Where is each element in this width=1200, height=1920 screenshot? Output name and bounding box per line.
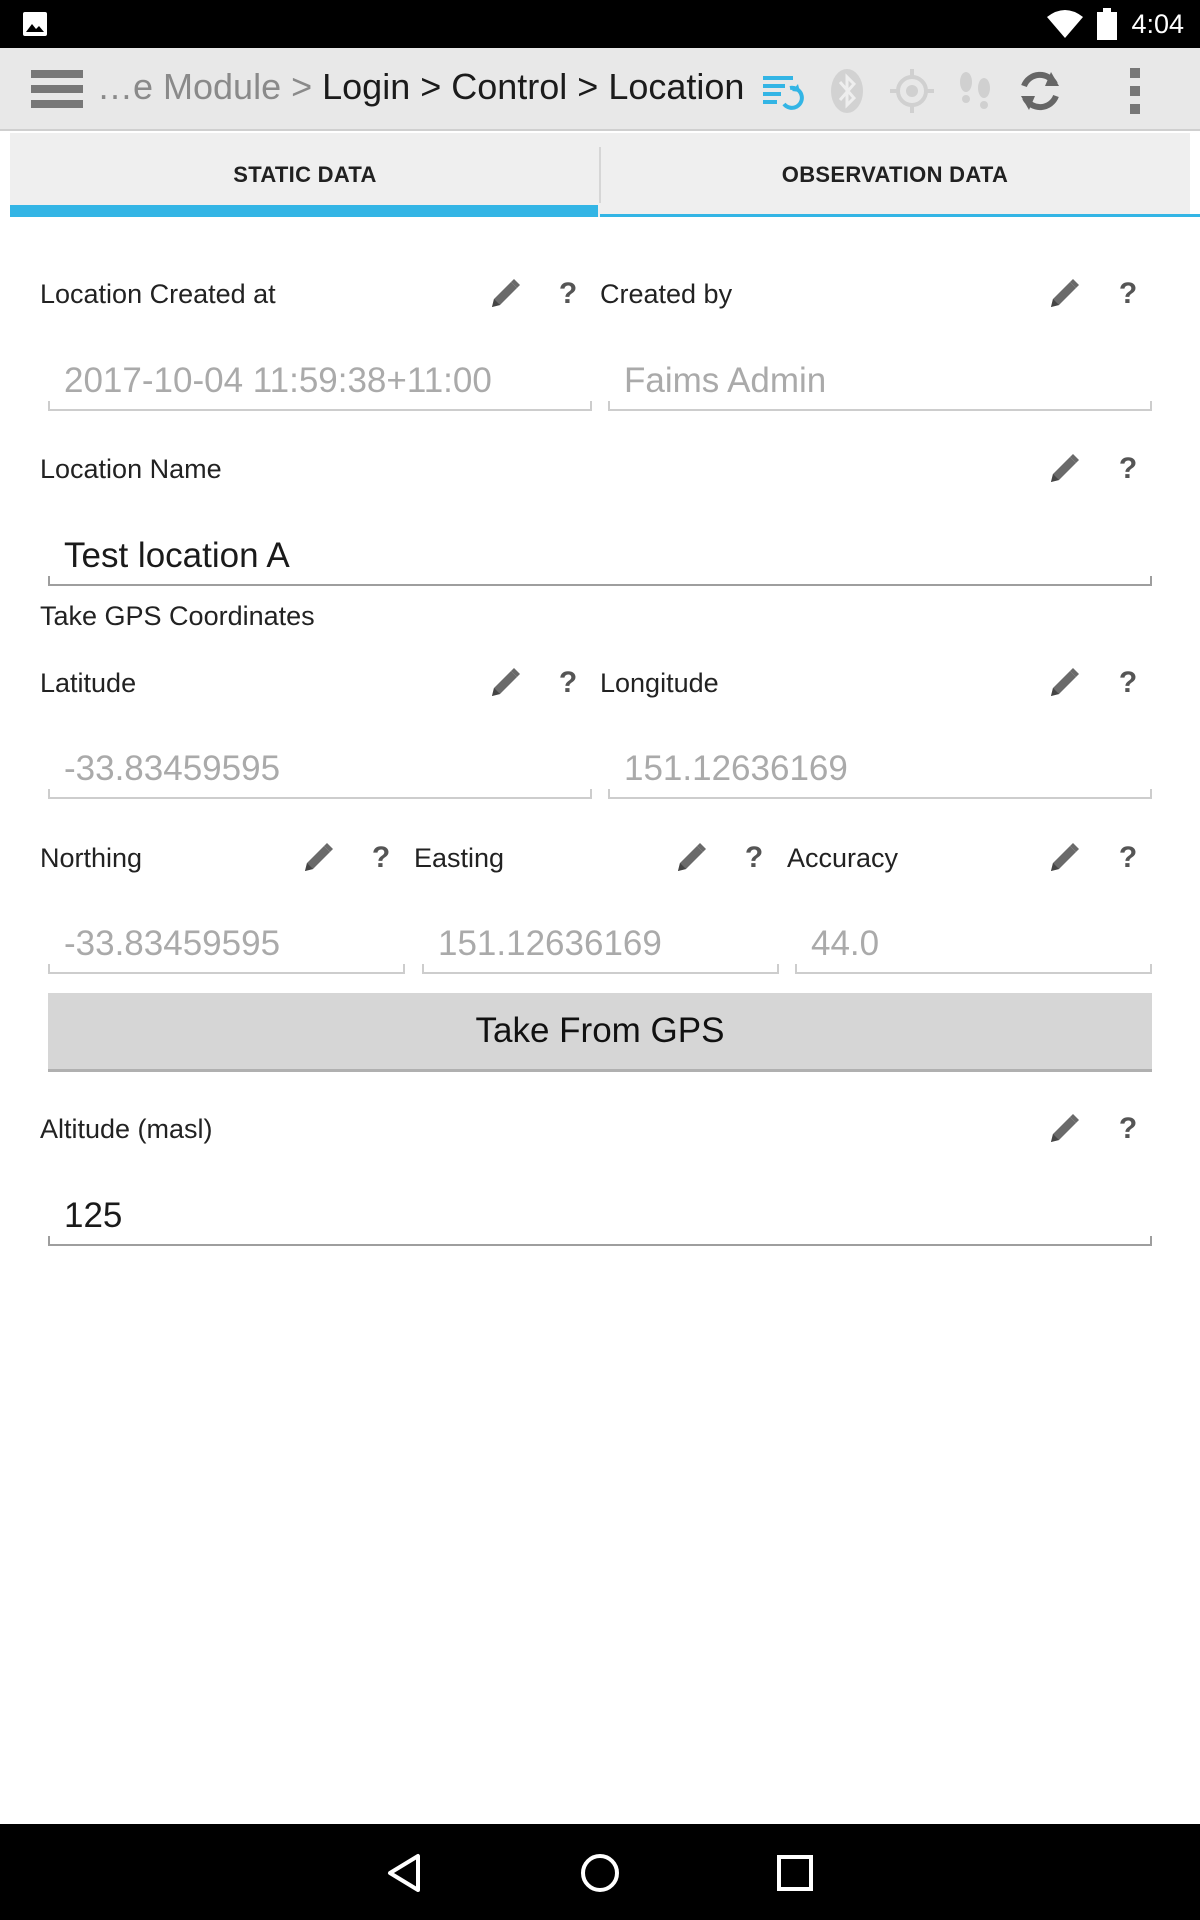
recents-icon[interactable] <box>770 1848 820 1898</box>
tracking-icon[interactable] <box>950 66 1000 116</box>
latitude-label: Latitude <box>40 668 137 698</box>
pencil-icon <box>1051 454 1079 482</box>
altitude-input[interactable] <box>48 1188 1152 1244</box>
pencil-icon[interactable] <box>1044 274 1084 314</box>
accuracy-input[interactable] <box>795 916 1152 972</box>
pencil-icon <box>305 843 333 871</box>
help-icon[interactable]: ? <box>1108 663 1148 703</box>
bluetooth-icon[interactable] <box>822 66 872 116</box>
longitude-label: Longitude <box>600 668 719 698</box>
tab-observation-data[interactable]: OBSERVATION DATA <box>600 133 1190 217</box>
wifi-icon <box>1047 10 1084 38</box>
location-name-label: Location Name <box>40 454 222 484</box>
pencil-icon <box>1051 1114 1079 1142</box>
accuracy-label: Accuracy <box>787 843 899 873</box>
overflow-menu-icon[interactable] <box>1110 66 1160 116</box>
northing-field[interactable] <box>48 916 405 974</box>
altitude-field[interactable] <box>48 1188 1152 1246</box>
altitude-label: Altitude (masl) <box>40 1114 213 1144</box>
created-by-field[interactable] <box>608 353 1152 411</box>
pencil-icon[interactable] <box>671 838 711 878</box>
pencil-icon <box>492 279 520 307</box>
pencil-icon <box>1051 668 1079 696</box>
help-icon[interactable]: ? <box>361 838 401 878</box>
breadcrumb-path[interactable]: Login > Control > Location <box>322 66 744 107</box>
pencil-icon[interactable] <box>1044 1109 1084 1149</box>
longitude-input[interactable] <box>608 741 1152 797</box>
battery-icon <box>1097 8 1118 40</box>
status-time: 4:04 <box>1131 8 1184 39</box>
sync-status-icon[interactable] <box>758 66 808 116</box>
back-icon[interactable] <box>380 1848 430 1898</box>
pencil-icon[interactable] <box>485 274 525 314</box>
northing-input[interactable] <box>48 916 405 972</box>
selected-tab-indicator <box>10 205 598 217</box>
help-icon[interactable]: ? <box>734 838 774 878</box>
pencil-icon <box>1051 843 1079 871</box>
gps-icon[interactable] <box>887 66 937 116</box>
easting-field[interactable] <box>422 916 779 974</box>
pencil-icon <box>1051 279 1079 307</box>
help-icon[interactable]: ? <box>1108 838 1148 878</box>
breadcrumb[interactable]: …e Module > Login > Control > Location <box>97 66 744 108</box>
pencil-icon[interactable] <box>1044 663 1084 703</box>
pencil-icon[interactable] <box>1044 449 1084 489</box>
pencil-icon[interactable] <box>485 663 525 703</box>
created-at-input[interactable] <box>48 353 592 409</box>
image-notification-icon <box>23 12 47 36</box>
help-icon[interactable]: ? <box>1108 1109 1148 1149</box>
easting-input[interactable] <box>422 916 779 972</box>
northing-label: Northing <box>40 843 143 873</box>
created-by-label: Created by <box>600 279 733 309</box>
navigation-bar <box>0 1824 1200 1920</box>
pencil-icon <box>492 668 520 696</box>
tab-bar: STATIC DATA OBSERVATION DATA <box>10 133 1200 217</box>
latitude-input[interactable] <box>48 741 592 797</box>
menu-icon[interactable] <box>31 68 83 110</box>
created-at-field[interactable] <box>48 353 592 411</box>
created-by-input[interactable] <box>608 353 1152 409</box>
sync-icon[interactable] <box>1015 66 1065 116</box>
location-name-input[interactable] <box>48 528 1152 584</box>
help-icon[interactable]: ? <box>1108 274 1148 314</box>
help-icon[interactable]: ? <box>1108 449 1148 489</box>
location-name-field[interactable] <box>48 528 1152 586</box>
breadcrumb-truncated[interactable]: …e Module > <box>97 66 312 107</box>
status-bar: 4:04 <box>0 0 1200 48</box>
help-icon[interactable]: ? <box>548 663 588 703</box>
help-icon[interactable]: ? <box>548 274 588 314</box>
action-bar: …e Module > Login > Control > Location <box>0 48 1200 131</box>
home-icon[interactable] <box>575 1848 625 1898</box>
pencil-icon <box>678 843 706 871</box>
easting-label: Easting <box>414 843 505 873</box>
created-at-label: Location Created at <box>40 279 276 309</box>
longitude-field[interactable] <box>608 741 1152 799</box>
tab-underline <box>600 214 1200 217</box>
pencil-icon[interactable] <box>1044 838 1084 878</box>
latitude-field[interactable] <box>48 741 592 799</box>
accuracy-field[interactable] <box>795 916 1152 974</box>
pencil-icon[interactable] <box>298 838 338 878</box>
take-from-gps-button[interactable]: Take From GPS <box>48 993 1152 1072</box>
gps-section-label: Take GPS Coordinates <box>40 601 315 631</box>
